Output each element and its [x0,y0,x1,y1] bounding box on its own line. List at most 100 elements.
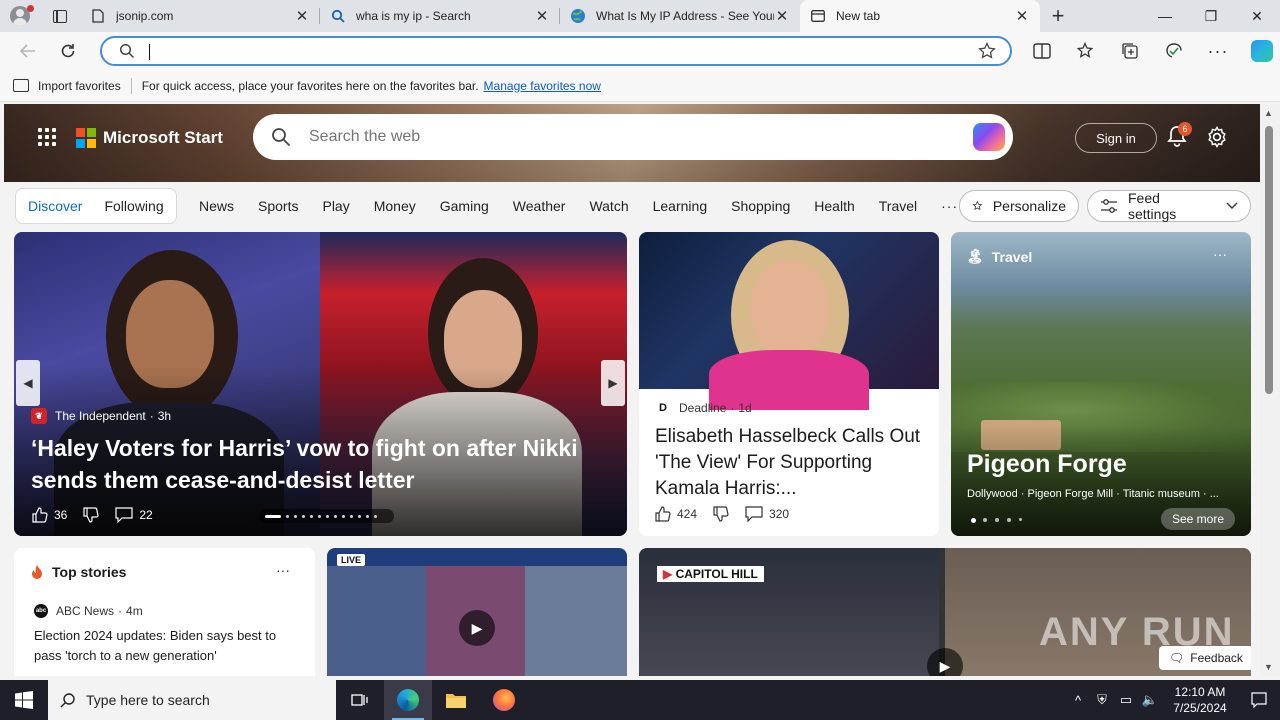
category-learning[interactable]: Learning [653,198,708,214]
comments-button[interactable]: 320 [745,506,789,522]
windows-start-button[interactable] [0,680,48,720]
like-button[interactable]: 424 [655,506,697,522]
copilot-icon[interactable] [1240,35,1280,67]
web-search-input[interactable] [309,128,973,146]
dislike-button[interactable] [83,507,99,523]
minimize-icon[interactable]: — [1142,0,1188,32]
security-icon[interactable]: ⛨ [1090,692,1114,708]
taskbar-edge[interactable] [384,680,432,720]
category-play[interactable]: Play [322,198,349,214]
see-more-button[interactable]: See more [1161,508,1235,530]
windows-logo-icon [15,691,33,709]
close-tab-icon[interactable]: ✕ [774,7,790,25]
split-screen-icon[interactable] [1020,35,1064,67]
scroll-up-icon[interactable]: ▲ [1264,108,1273,118]
action-center-button[interactable] [1238,692,1280,708]
category-watch[interactable]: Watch [589,198,628,214]
story-headline[interactable]: Election 2024 updates: Biden says best t… [34,626,302,666]
thumbs-up-icon [32,507,48,523]
more-options-icon[interactable]: ··· [1213,246,1227,262]
tab-newtab[interactable]: New tab ✕ [800,0,1040,32]
manage-favorites-link[interactable]: Manage favorites now [484,79,601,93]
more-menu-icon[interactable]: ··· [1196,35,1240,67]
tab-title: New tab [836,9,881,23]
tab-actions-button[interactable] [40,0,80,32]
carousel-next-button[interactable]: ▶ [601,360,625,406]
clock[interactable]: 12:10 AM 7/25/2024 [1162,684,1238,716]
import-favorites-button[interactable]: Import favorites [13,79,121,93]
close-window-icon[interactable]: ✕ [1234,0,1280,32]
carousel-card[interactable]: ◀ ▶ ❦ The Independent · 3h ‘Haley Voters… [14,232,627,536]
comments-button[interactable]: 22 [115,507,153,523]
category-sports[interactable]: Sports [258,198,298,214]
app-launcher-icon[interactable] [38,128,56,146]
tab-jsonip[interactable]: jsonip.com ✕ [80,0,320,32]
refresh-button[interactable] [48,35,88,67]
feedback-button[interactable]: 🗨 Feedback [1159,646,1251,670]
reaction-bar: 424 320 [655,506,805,522]
new-tab-button[interactable]: + [1040,0,1076,32]
category-money[interactable]: Money [374,198,416,214]
taskbar-file-explorer[interactable] [432,680,480,720]
story-headline[interactable]: Elisabeth Hasselbeck Calls Out 'The View… [655,424,925,502]
play-icon[interactable]: ▶ [459,610,495,646]
restore-icon[interactable]: ❐ [1188,0,1234,32]
comment-count: 22 [139,508,153,522]
more-options-icon[interactable]: ··· [276,562,290,578]
profile-button[interactable] [0,0,40,32]
close-tab-icon[interactable]: ✕ [1014,7,1030,25]
story-headline[interactable]: ‘Haley Voters for Harris’ vow to fight o… [31,432,611,496]
video-card-capitol-hill[interactable]: ▶ CAPITOL HILL ▶ ANY RUN 🗨 Feedback [639,548,1251,676]
back-button[interactable] [8,35,48,67]
web-search-box[interactable] [253,114,1013,160]
network-icon[interactable]: ▭ [1114,692,1138,708]
folder-icon [446,694,466,708]
tab-following[interactable]: Following [104,198,163,214]
category-news[interactable]: News [199,198,234,214]
category-health[interactable]: Health [814,198,854,214]
play-icon[interactable]: ▶ [927,648,963,676]
address-bar[interactable] [100,36,1012,66]
tab-discover[interactable]: Discover [28,198,82,214]
live-badge: LIVE [337,554,366,566]
source-name: The Independent [55,409,146,423]
carousel-pagination[interactable] [259,509,394,523]
volume-icon[interactable]: 🔈 [1138,692,1162,708]
news-card-deadline[interactable]: D Deadline · 1d Elisabeth Hasselbeck Cal… [639,232,939,536]
travel-card[interactable]: 🏝 Travel ··· Pigeon Forge Dollywood · Pi… [951,232,1251,536]
dot-separator: · [730,401,735,415]
task-view-button[interactable] [336,680,384,720]
collections-icon[interactable] [1108,35,1152,67]
place-name[interactable]: Pigeon Forge [967,450,1127,479]
category-gaming[interactable]: Gaming [440,198,489,214]
copilot-icon[interactable] [973,123,1005,151]
settings-gear-icon[interactable] [1206,126,1228,148]
carousel-prev-button[interactable]: ◀ [16,360,40,406]
microsoft-start-logo[interactable]: Microsoft Start [76,128,223,148]
like-button[interactable]: 36 [32,507,67,523]
scroll-thumb[interactable] [1265,126,1273,394]
dislike-button[interactable] [713,506,729,522]
browser-essentials-icon[interactable] [1152,35,1196,67]
show-hidden-icons-icon[interactable]: ^ [1066,693,1090,708]
video-card-live[interactable]: LIVE ▶ [327,548,627,676]
category-shopping[interactable]: Shopping [731,198,790,214]
system-tray: ^ ⛨ ▭ 🔈 12:10 AM 7/25/2024 [1066,680,1280,720]
page-scrollbar[interactable]: ▲ ▼ [1260,104,1280,676]
tab-whatismyip[interactable]: What Is My IP Address - See Your ✕ [560,0,800,32]
category-weather[interactable]: Weather [513,198,566,214]
personalize-button[interactable]: Personalize [959,190,1079,222]
scroll-down-icon[interactable]: ▼ [1264,662,1273,672]
feed-settings-button[interactable]: Feed settings [1087,190,1251,222]
tab-search[interactable]: wha is my ip - Search ✕ [320,0,560,32]
close-tab-icon[interactable]: ✕ [294,7,310,25]
favorite-star-icon[interactable] [978,41,996,63]
taskbar-firefox[interactable] [480,680,528,720]
sign-in-button[interactable]: Sign in [1075,123,1157,153]
favorites-icon[interactable] [1064,35,1108,67]
category-travel[interactable]: Travel [879,198,917,214]
more-categories-button[interactable]: ··· [941,198,958,214]
close-tab-icon[interactable]: ✕ [534,7,550,25]
travel-pagination[interactable] [971,518,1022,523]
taskbar-search-box[interactable]: Type here to search [48,680,336,720]
